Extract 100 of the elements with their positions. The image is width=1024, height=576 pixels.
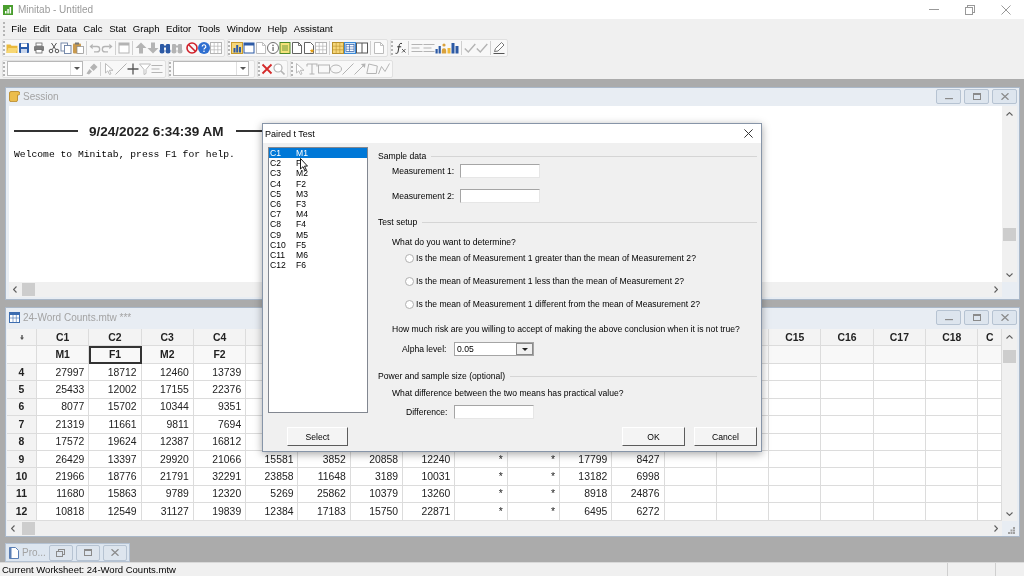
list-item[interactable]: C2 F xyxy=(269,158,367,169)
radio-button[interactable] xyxy=(405,253,414,263)
window-icon[interactable] xyxy=(243,42,255,54)
scrollbar-thumb[interactable] xyxy=(1003,228,1016,241)
ellipse-icon[interactable] xyxy=(330,62,342,75)
maximize-button[interactable] xyxy=(75,544,100,561)
bar-chart-icon[interactable] xyxy=(447,42,459,54)
maximize-button[interactable] xyxy=(964,89,989,104)
horizontal-scrollbar[interactable] xyxy=(7,521,1002,536)
arrow-icon[interactable] xyxy=(354,62,366,75)
brush-icon[interactable] xyxy=(86,62,98,75)
minimize-button[interactable] xyxy=(936,89,961,104)
function-icon[interactable] xyxy=(394,42,406,54)
list-item[interactable]: C10 F5 xyxy=(269,239,367,250)
vertical-scrollbar[interactable] xyxy=(1002,106,1017,282)
document-icon[interactable] xyxy=(291,42,303,54)
search-icon[interactable] xyxy=(273,62,285,75)
scroll-right-icon[interactable] xyxy=(994,286,998,293)
list-item[interactable]: C3 M2 xyxy=(269,168,367,179)
list-item[interactable]: C1 M1 xyxy=(269,148,367,159)
scroll-up-icon[interactable] xyxy=(1006,111,1013,116)
menu-item[interactable]: File xyxy=(8,21,31,36)
menu-item[interactable]: Edit xyxy=(30,21,54,36)
check-icon[interactable] xyxy=(476,42,488,54)
menu-item[interactable]: Calc xyxy=(80,21,106,36)
column-listbox[interactable]: C1 M1 C2 F C3 M2 C4 F2 C5 M3 C6 F3 C7 M4 C8 F4 C9 M5 C10 F5 C11 M6 C12 F6 xyxy=(268,147,368,413)
scroll-down-icon[interactable] xyxy=(1006,511,1013,516)
list-item[interactable]: C11 M6 xyxy=(269,249,367,261)
new-document-icon[interactable] xyxy=(303,42,315,54)
scroll-left-icon[interactable] xyxy=(13,286,17,293)
printer-icon[interactable] xyxy=(33,42,45,54)
option-label[interactable]: Is the mean of Measurement 1 less than the mean of Measurement 2? xyxy=(416,276,684,286)
ok-button[interactable]: OK xyxy=(622,427,685,446)
list-item[interactable]: C7 M4 xyxy=(269,209,367,220)
list-item[interactable]: C6 F3 xyxy=(269,198,367,210)
dropdown-field[interactable] xyxy=(173,61,249,76)
menu-item[interactable]: Graph xyxy=(129,21,163,36)
list-item[interactable]: C12 F6 xyxy=(269,260,367,271)
table-icon[interactable] xyxy=(332,42,344,54)
undo-icon[interactable] xyxy=(89,42,101,54)
resize-grip-icon[interactable] xyxy=(1008,527,1015,534)
grid-icon[interactable] xyxy=(210,42,222,54)
pen-icon[interactable] xyxy=(493,42,505,54)
menu-item[interactable]: Data xyxy=(53,21,81,36)
close-button[interactable] xyxy=(992,310,1017,325)
close-button[interactable] xyxy=(992,89,1017,104)
redo-icon[interactable] xyxy=(101,42,113,54)
minimize-button[interactable] xyxy=(936,310,961,325)
polygon-icon[interactable] xyxy=(366,62,378,75)
up-arrow-icon[interactable] xyxy=(135,42,147,54)
check-icon[interactable] xyxy=(464,42,476,54)
vertical-scrollbar[interactable] xyxy=(1002,329,1017,521)
clipboard-icon[interactable] xyxy=(72,42,84,54)
chart-person-icon[interactable] xyxy=(435,42,447,54)
notepad-icon[interactable] xyxy=(279,42,291,54)
menu-item[interactable]: Editor xyxy=(162,21,195,36)
bar-chart-icon[interactable] xyxy=(231,42,243,54)
dropdown-field[interactable] xyxy=(7,61,83,76)
menu-item[interactable]: Stat xyxy=(105,21,130,36)
pointer-icon[interactable] xyxy=(103,62,115,75)
polyline-icon[interactable] xyxy=(378,62,390,75)
list-item[interactable]: C5 M3 xyxy=(269,188,367,199)
option-label[interactable]: Is the mean of Measurement 1 greater than the mean of Measurement 2? xyxy=(416,253,696,263)
save-icon[interactable] xyxy=(18,42,30,54)
dropdown-field[interactable]: 0.05 xyxy=(454,342,534,356)
radio-button[interactable] xyxy=(405,276,414,286)
scroll-left-icon[interactable] xyxy=(11,525,15,532)
maximize-button[interactable] xyxy=(964,310,989,325)
list-item[interactable]: C4 F2 xyxy=(269,178,367,189)
input-field[interactable] xyxy=(460,164,540,178)
restore-button[interactable] xyxy=(48,544,73,561)
radio-button[interactable] xyxy=(405,299,414,309)
input-field[interactable] xyxy=(460,189,540,203)
help-icon[interactable] xyxy=(198,42,210,54)
close-button[interactable] xyxy=(102,544,127,561)
pointer-icon[interactable] xyxy=(294,62,306,75)
cancel-button[interactable]: Cancel xyxy=(694,427,757,446)
prohibited-icon[interactable] xyxy=(186,42,198,54)
scrollbar-thumb[interactable] xyxy=(22,522,35,535)
lines-icon[interactable] xyxy=(151,62,163,75)
close-icon[interactable] xyxy=(744,129,753,138)
select-button[interactable]: Select xyxy=(287,427,348,446)
list-item[interactable]: C9 M5 xyxy=(269,229,367,240)
menu-item[interactable]: Assistant xyxy=(290,21,337,36)
copy-icon[interactable] xyxy=(60,42,72,54)
option-label[interactable]: Is the mean of Measurement 1 different from the mean of Measurement 2? xyxy=(416,299,701,309)
grid-icon[interactable] xyxy=(344,42,356,54)
lines-icon[interactable] xyxy=(411,42,423,54)
text-tool-icon[interactable] xyxy=(306,62,318,75)
scrollbar-thumb[interactable] xyxy=(22,283,35,296)
input-field[interactable] xyxy=(454,405,534,419)
menu-item[interactable]: Window xyxy=(223,21,265,36)
scroll-up-icon[interactable] xyxy=(1006,334,1013,339)
scroll-right-icon[interactable] xyxy=(994,525,998,532)
restore-icon[interactable] xyxy=(965,4,975,15)
menu-item[interactable]: Help xyxy=(264,21,291,36)
list-item[interactable]: C8 F4 xyxy=(269,219,367,230)
scroll-down-icon[interactable] xyxy=(1006,272,1013,277)
delete-icon[interactable] xyxy=(261,62,273,75)
info-icon[interactable] xyxy=(267,42,279,54)
